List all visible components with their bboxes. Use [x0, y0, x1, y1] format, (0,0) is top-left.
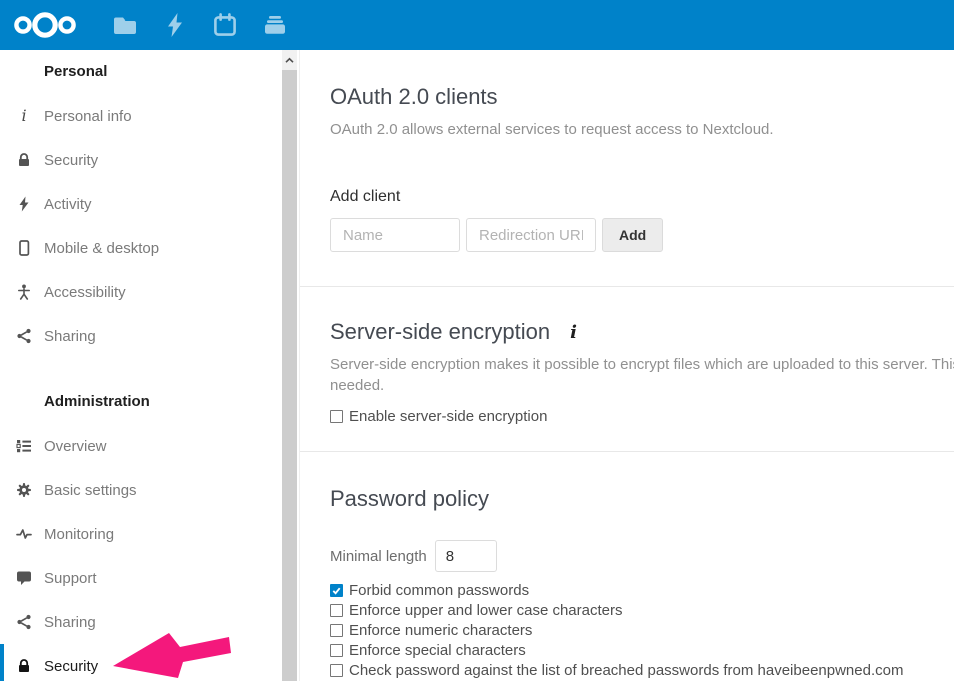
scrollbar-up-button[interactable]: [282, 50, 297, 70]
info-icon[interactable]: i: [570, 322, 577, 343]
encryption-section: Server-side encryption i Server-side enc…: [300, 287, 954, 425]
app-calendar[interactable]: [200, 0, 250, 50]
settings-content: OAuth 2.0 clients OAuth 2.0 allows exter…: [300, 50, 954, 681]
nextcloud-logo-icon: [12, 8, 78, 42]
client-name-input[interactable]: [330, 218, 460, 252]
sidebar-item-basic-settings[interactable]: Basic settings: [0, 468, 299, 512]
rule-special[interactable]: Enforce special characters: [330, 640, 954, 660]
password-policy-section: Password policy Minimal length Forbid co…: [300, 452, 954, 680]
list-icon: [16, 438, 32, 454]
oauth-description: OAuth 2.0 allows external services to re…: [330, 119, 954, 140]
sidebar-item-monitoring[interactable]: Monitoring: [0, 512, 299, 556]
enable-encryption-label: Enable server-side encryption: [349, 408, 547, 425]
rule-label: Check password against the list of breac…: [349, 662, 903, 679]
speech-bubble-icon: [16, 570, 32, 586]
minimal-length-row: Minimal length: [330, 540, 954, 572]
chevron-up-icon: [284, 55, 295, 66]
sidebar-item-overview[interactable]: Overview: [0, 424, 299, 468]
sidebar-item-label: Monitoring: [44, 526, 114, 543]
password-policy-title: Password policy: [330, 486, 954, 512]
check-icon: [331, 585, 342, 596]
gear-icon: [16, 482, 32, 498]
settings-sidebar: Personal i Personal info Security Activi…: [0, 50, 300, 681]
sidebar-item-label: Mobile & desktop: [44, 240, 159, 257]
rule-hibp[interactable]: Check password against the list of breac…: [330, 660, 954, 680]
rule-checkbox[interactable]: [330, 604, 343, 617]
sidebar-item-label: Sharing: [44, 614, 96, 631]
accessibility-icon: [16, 284, 32, 300]
sidebar-item-label: Security: [44, 152, 98, 169]
encryption-title: Server-side encryption: [330, 319, 550, 345]
bolt-icon: [16, 196, 32, 212]
sidebar-item-sharing-admin[interactable]: Sharing: [0, 600, 299, 644]
app-activity[interactable]: [150, 0, 200, 50]
oauth-title: OAuth 2.0 clients: [330, 84, 954, 110]
sidebar-section-administration: Administration: [0, 386, 299, 418]
add-client-button[interactable]: Add: [602, 218, 663, 252]
sidebar-item-label: Overview: [44, 438, 107, 455]
pulse-icon: [16, 526, 32, 542]
rule-numeric[interactable]: Enforce numeric characters: [330, 620, 954, 640]
sidebar-item-activity[interactable]: Activity: [0, 182, 299, 226]
sidebar-item-label: Security: [44, 658, 98, 675]
top-header-bar: [0, 0, 954, 50]
app-deck[interactable]: [250, 0, 300, 50]
lock-icon: [16, 152, 32, 168]
sidebar-item-security-admin[interactable]: Security: [0, 644, 299, 681]
sidebar-section-personal: Personal: [0, 56, 299, 88]
sidebar-item-label: Support: [44, 570, 97, 587]
sidebar-item-mobile-desktop[interactable]: Mobile & desktop: [0, 226, 299, 270]
oauth-section: OAuth 2.0 clients OAuth 2.0 allows exter…: [300, 50, 954, 252]
enable-encryption-checkbox[interactable]: [330, 410, 343, 423]
sidebar-item-label: Activity: [44, 196, 92, 213]
share-icon: [16, 614, 32, 630]
rule-label: Enforce special characters: [349, 642, 526, 659]
sidebar-item-security-personal[interactable]: Security: [0, 138, 299, 182]
nextcloud-logo[interactable]: [12, 8, 78, 42]
sidebar-item-label: Sharing: [44, 328, 96, 345]
phone-icon: [16, 240, 32, 256]
rule-checkbox[interactable]: [330, 664, 343, 677]
encryption-description: Server-side encryption makes it possible…: [330, 354, 954, 396]
minimal-length-input[interactable]: [435, 540, 497, 572]
rule-label: Enforce numeric characters: [349, 622, 532, 639]
rule-label: Forbid common passwords: [349, 582, 529, 599]
calendar-icon: [213, 13, 237, 37]
sidebar-item-accessibility[interactable]: Accessibility: [0, 270, 299, 314]
scrollbar-thumb[interactable]: [282, 70, 297, 681]
enable-encryption-row[interactable]: Enable server-side encryption: [330, 408, 954, 425]
minimal-length-label: Minimal length: [330, 548, 427, 565]
rule-checkbox[interactable]: [330, 624, 343, 637]
deck-icon: [263, 13, 287, 37]
share-icon: [16, 328, 32, 344]
sidebar-item-sharing-personal[interactable]: Sharing: [0, 314, 299, 358]
password-rules-list: Forbid common passwords Enforce upper an…: [330, 580, 954, 680]
sidebar-item-support[interactable]: Support: [0, 556, 299, 600]
rule-checkbox[interactable]: [330, 644, 343, 657]
rule-upper-lower[interactable]: Enforce upper and lower case characters: [330, 600, 954, 620]
rule-label: Enforce upper and lower case characters: [349, 602, 622, 619]
add-client-form: Add: [330, 218, 954, 252]
lock-icon: [16, 658, 32, 674]
sidebar-item-label: Accessibility: [44, 284, 126, 301]
sidebar-scrollbar[interactable]: [282, 50, 297, 681]
rule-checkbox[interactable]: [330, 584, 343, 597]
folder-icon: [113, 13, 137, 37]
sidebar-item-label: Personal info: [44, 108, 132, 125]
rule-forbid-common[interactable]: Forbid common passwords: [330, 580, 954, 600]
app-menu: [100, 0, 300, 50]
info-icon: i: [16, 108, 32, 124]
sidebar-item-personal-info[interactable]: i Personal info: [0, 94, 299, 138]
add-client-heading: Add client: [330, 188, 954, 206]
app-files[interactable]: [100, 0, 150, 50]
redirection-uri-input[interactable]: [466, 218, 596, 252]
sidebar-item-label: Basic settings: [44, 482, 137, 499]
bolt-icon: [164, 12, 186, 38]
